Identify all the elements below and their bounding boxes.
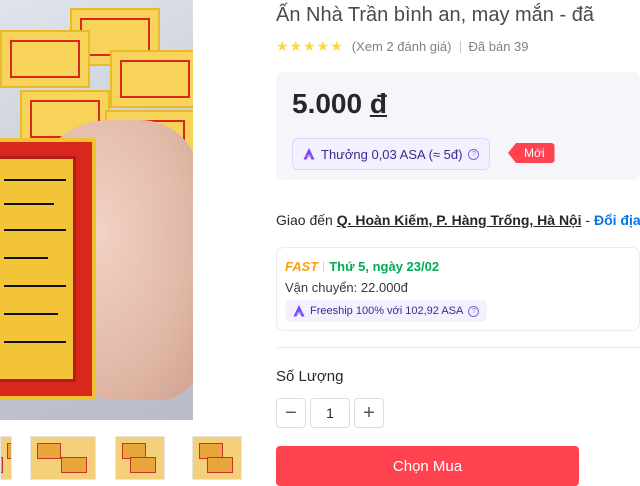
talisman-card-image [110,50,193,108]
quantity-input[interactable]: 1 [310,398,350,428]
quantity-label: Số Lượng [276,368,344,385]
delivery-eta-row: FAST Thứ 5, ngày 23/02 [285,259,439,274]
fast-delivery-badge: FAST [285,259,319,274]
thumbnail-image[interactable] [115,436,165,480]
quantity-stepper: − 1 + [276,398,384,428]
thumbnail-image[interactable] [0,436,12,480]
price-box: 5.000 đ Thưởng 0,03 ASA (≈ 5đ) ? Mới [276,72,640,180]
shipping-fee: Vận chuyển: 22.000đ [285,280,408,295]
talisman-seal-image [0,138,96,400]
sold-count: Đã bán 39 [468,39,529,54]
price-amount: 5.000 [292,88,363,119]
asa-reward-chip[interactable]: Thưởng 0,03 ASA (≈ 5đ) ? [292,138,491,170]
buy-now-button[interactable]: Chọn Mua [276,446,579,486]
address-separator: - [585,212,591,228]
divider [459,40,461,53]
delivery-eta: Thứ 5, ngày 23/02 [329,259,440,274]
rating-stars: ★★★★★ [276,38,344,54]
thumbnail-strip [0,436,260,480]
reward-text: Thưởng 0,03 ASA (≈ 5đ) [321,146,463,162]
astra-icon [293,305,305,317]
shipping-info-box: FAST Thứ 5, ngày 23/02 Vận chuyển: 22.000… [276,247,640,331]
divider [323,261,325,272]
freeship-chip[interactable]: Freeship 100% với 102,92 ASA ? [285,300,488,322]
deliver-to-label: Giao đến [276,212,333,228]
product-main-image[interactable] [0,0,193,420]
minus-icon: − [285,402,297,424]
astra-icon [303,148,315,160]
price-currency: đ [369,88,387,119]
decrease-quantity-button[interactable]: − [276,398,306,428]
change-address-link[interactable]: Đổi địa [594,212,640,228]
rating-row: ★★★★★ (Xem 2 đánh giá) Đã bán 39 [276,38,529,55]
view-reviews-link[interactable]: (Xem 2 đánh giá) [352,39,452,54]
delivery-address[interactable]: Q. Hoàn Kiếm, P. Hàng Trống, Hà Nội [337,212,582,228]
freeship-text: Freeship 100% với 102,92 ASA [310,305,464,317]
talisman-card-image [0,30,90,88]
thumbnail-image[interactable] [192,436,242,480]
product-price: 5.000 đ [292,88,387,120]
plus-icon: + [363,402,375,424]
product-title: Ấn Nhà Trần bình an, may mắn - đã [276,4,594,26]
info-icon[interactable]: ? [468,305,480,317]
info-icon[interactable]: ? [468,148,480,160]
thumbnail-image[interactable] [30,436,96,480]
section-divider [276,347,640,348]
increase-quantity-button[interactable]: + [354,398,384,428]
new-badge: Mới [508,143,555,163]
delivery-address-row: Giao đến Q. Hoàn Kiếm, P. Hàng Trống, Hà… [276,212,640,228]
